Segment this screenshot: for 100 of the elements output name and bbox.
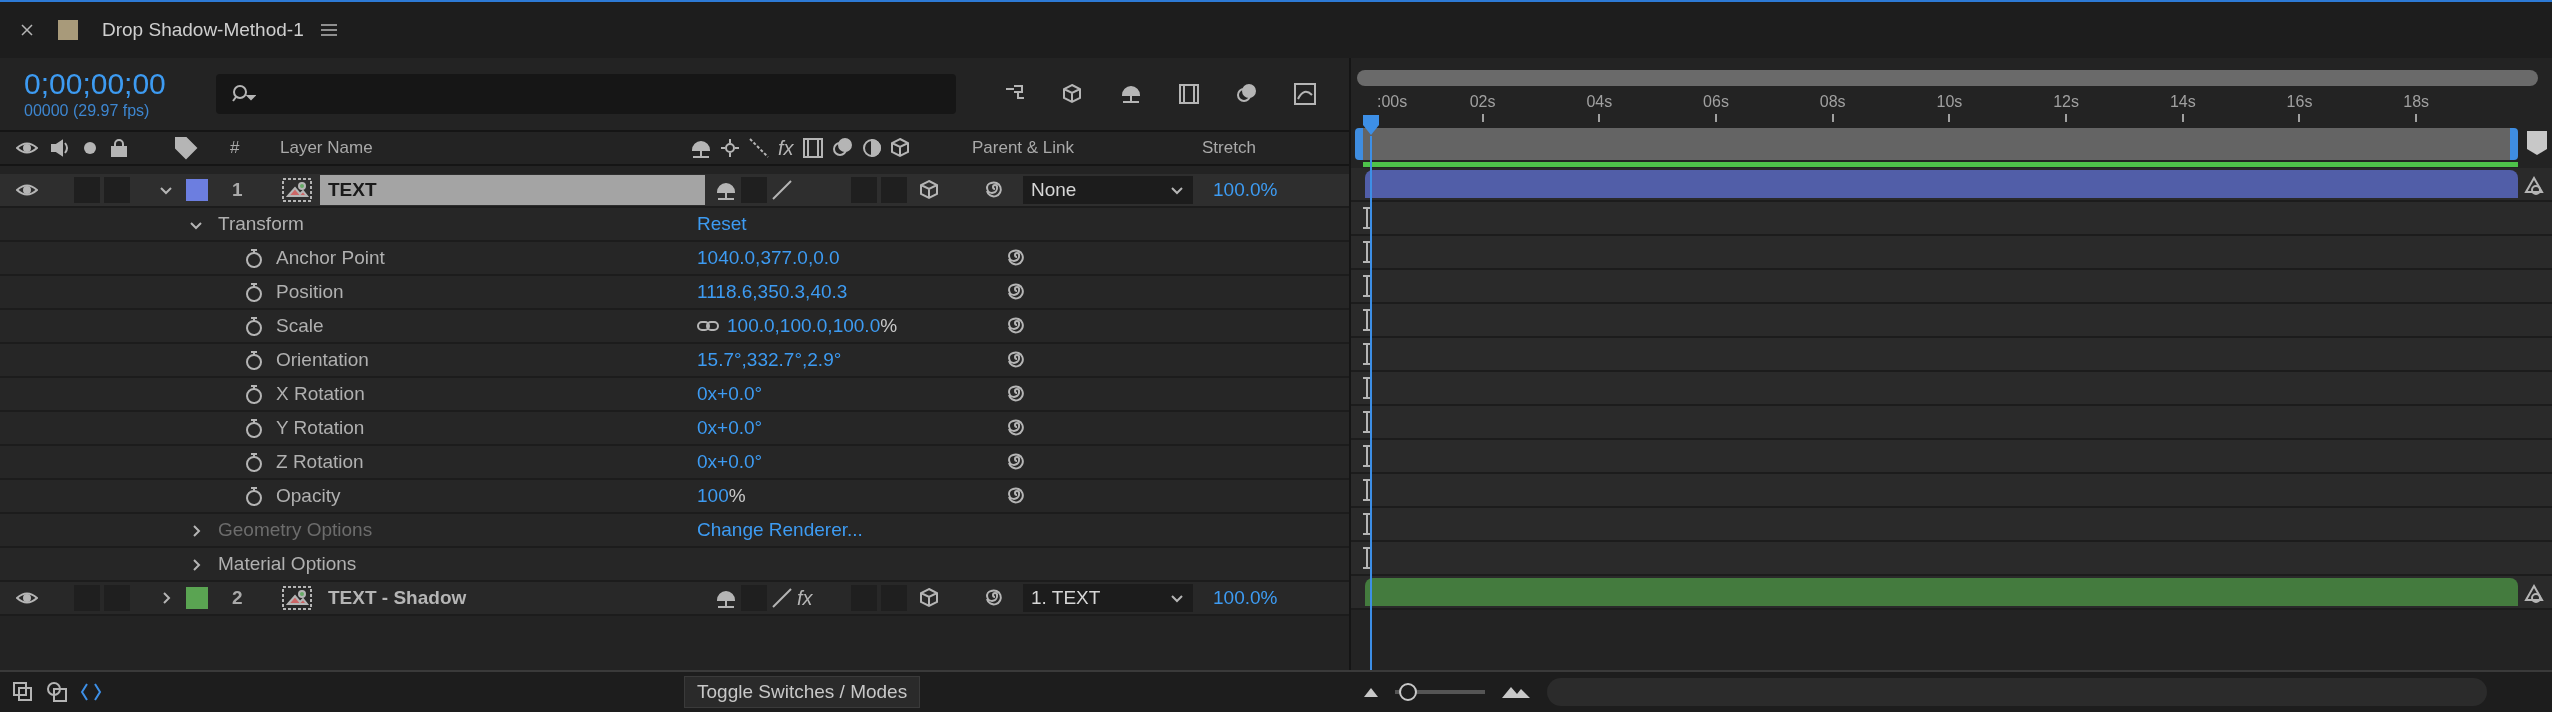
shy-icon[interactable] [715, 180, 737, 200]
ruler-label: 12s [2053, 92, 2079, 112]
property-name: Scale [276, 313, 324, 338]
zoom-out-icon[interactable] [1363, 686, 1379, 698]
ruler-tick [1831, 114, 1834, 122]
film-icon[interactable] [1178, 83, 1200, 105]
ruler-tick [1598, 114, 1601, 122]
shy-icon[interactable] [690, 138, 712, 158]
property-link[interactable]: Reset [697, 209, 747, 239]
property-group-name[interactable]: Material Options [218, 549, 357, 579]
keyframe-navigator-icon [1361, 410, 1373, 434]
close-icon[interactable] [20, 23, 34, 37]
layer-name[interactable]: TEXT - Shadow [320, 583, 705, 613]
cube-icon[interactable] [889, 137, 910, 159]
stopwatch-icon[interactable] [244, 282, 264, 302]
slash-icon[interactable] [748, 137, 770, 159]
overlap-icon[interactable] [46, 681, 68, 703]
stopwatch-icon[interactable] [244, 452, 264, 472]
ruler-tick [2181, 114, 2184, 122]
ruler-tick [1948, 114, 1951, 122]
keyframe-navigator-icon [1361, 308, 1373, 332]
ruler-tick [2415, 114, 2418, 122]
ruler-label: 04s [1586, 92, 1613, 112]
stopwatch-icon[interactable] [244, 486, 264, 506]
property-name: X Rotation [276, 381, 365, 406]
search-field[interactable] [216, 74, 956, 114]
stopwatch-icon[interactable] [244, 384, 264, 404]
ruler-label: 10s [1936, 92, 1963, 112]
column-header[interactable]: Parent & Link [960, 135, 1190, 161]
layer-name[interactable]: TEXT [320, 175, 705, 205]
stopwatch-icon[interactable] [244, 418, 264, 438]
property-name: Position [276, 279, 344, 304]
ruler-label: 16s [2286, 92, 2313, 112]
slider-thumb[interactable] [1398, 683, 1417, 701]
column-header[interactable]: Stretch [1190, 135, 1256, 161]
property-value[interactable]: 100 [697, 481, 729, 511]
timecode[interactable]: 0;00;00;00 [24, 69, 184, 99]
shy-icon[interactable] [1120, 83, 1142, 105]
graph-icon[interactable] [1294, 83, 1316, 105]
quality-slash-icon[interactable] [771, 587, 793, 609]
keyframe-navigator-icon [1361, 546, 1373, 570]
ruler-tick [2298, 114, 2301, 122]
ruler-tick [2065, 114, 2068, 122]
speaker-icon[interactable] [50, 139, 70, 157]
ruler-label: 18s [2403, 92, 2430, 112]
property-value[interactable]: 15.7°,332.7°,2.9° [697, 345, 842, 375]
layer-number: 1 [232, 177, 244, 202]
eye-icon[interactable] [16, 140, 38, 156]
quality-slash-icon[interactable] [771, 179, 793, 201]
stopwatch-icon[interactable] [244, 316, 264, 336]
property-value[interactable]: 1118.6,350.3,40.3 [697, 277, 848, 307]
circles-icon[interactable] [831, 137, 854, 159]
property-value[interactable]: 100.0,100.0,100.0 [727, 311, 881, 341]
brackets-icon[interactable] [80, 681, 102, 703]
solo-dot-icon[interactable] [82, 140, 98, 156]
layer-image-icon [282, 178, 312, 202]
unit-label: % [728, 483, 746, 508]
composition-icon[interactable] [12, 681, 34, 703]
unit-label: % [880, 313, 898, 338]
fx-switch[interactable]: fx [797, 583, 819, 613]
property-value[interactable]: 0x+0.0° [697, 413, 763, 443]
shy-icon[interactable] [715, 588, 737, 608]
property-value[interactable]: 0x+0.0° [697, 379, 763, 409]
stopwatch-icon[interactable] [244, 350, 264, 370]
column-header[interactable]: # [230, 135, 280, 161]
menu-icon[interactable] [319, 23, 338, 37]
label-color-swatch[interactable] [186, 179, 208, 201]
cube-icon[interactable] [919, 587, 939, 609]
label-color-swatch[interactable] [186, 587, 208, 609]
stopwatch-icon[interactable] [244, 248, 264, 268]
stretch-value[interactable]: 100.0% [1213, 583, 1278, 613]
sun-icon[interactable] [720, 138, 740, 158]
fx-label[interactable]: fx [778, 133, 794, 163]
column-header[interactable]: Layer Name [280, 135, 690, 161]
playhead-icon[interactable] [1362, 114, 1380, 136]
search-icon [232, 84, 256, 104]
zoom-in-icon[interactable] [1501, 685, 1531, 699]
composition-swatch-icon [58, 20, 78, 40]
keyframe-navigator-icon [1361, 376, 1373, 400]
ruler-label: 02s [1469, 92, 1496, 112]
property-value[interactable]: 1040.0,377.0,0.0 [697, 243, 840, 273]
tab-title[interactable]: Drop Shadow-Method-1 [102, 15, 304, 45]
eye-icon[interactable] [16, 182, 38, 198]
circles-icon[interactable] [1236, 83, 1258, 105]
stretch-value[interactable]: 100.0% [1213, 175, 1278, 205]
film-icon[interactable] [801, 137, 824, 159]
property-name: Y Rotation [276, 415, 365, 440]
parent-value: 1. TEXT [1031, 585, 1101, 610]
toggle-switches-button[interactable]: Toggle Switches / Modes [684, 676, 921, 708]
ruler-label: 06s [1703, 92, 1729, 112]
property-value[interactable]: 0x+0.0° [697, 447, 763, 477]
cube-icon[interactable] [919, 179, 939, 201]
lock-icon[interactable] [110, 139, 128, 157]
property-group-name[interactable]: Transform [218, 209, 304, 239]
label-tag-icon[interactable] [174, 136, 198, 160]
half-circle-icon[interactable] [861, 138, 882, 158]
parent-dropdown[interactable]: 1. TEXT [1023, 584, 1193, 612]
parent-dropdown[interactable]: None [1023, 176, 1193, 204]
marker-icon[interactable] [2526, 130, 2548, 156]
eye-icon[interactable] [16, 590, 38, 606]
